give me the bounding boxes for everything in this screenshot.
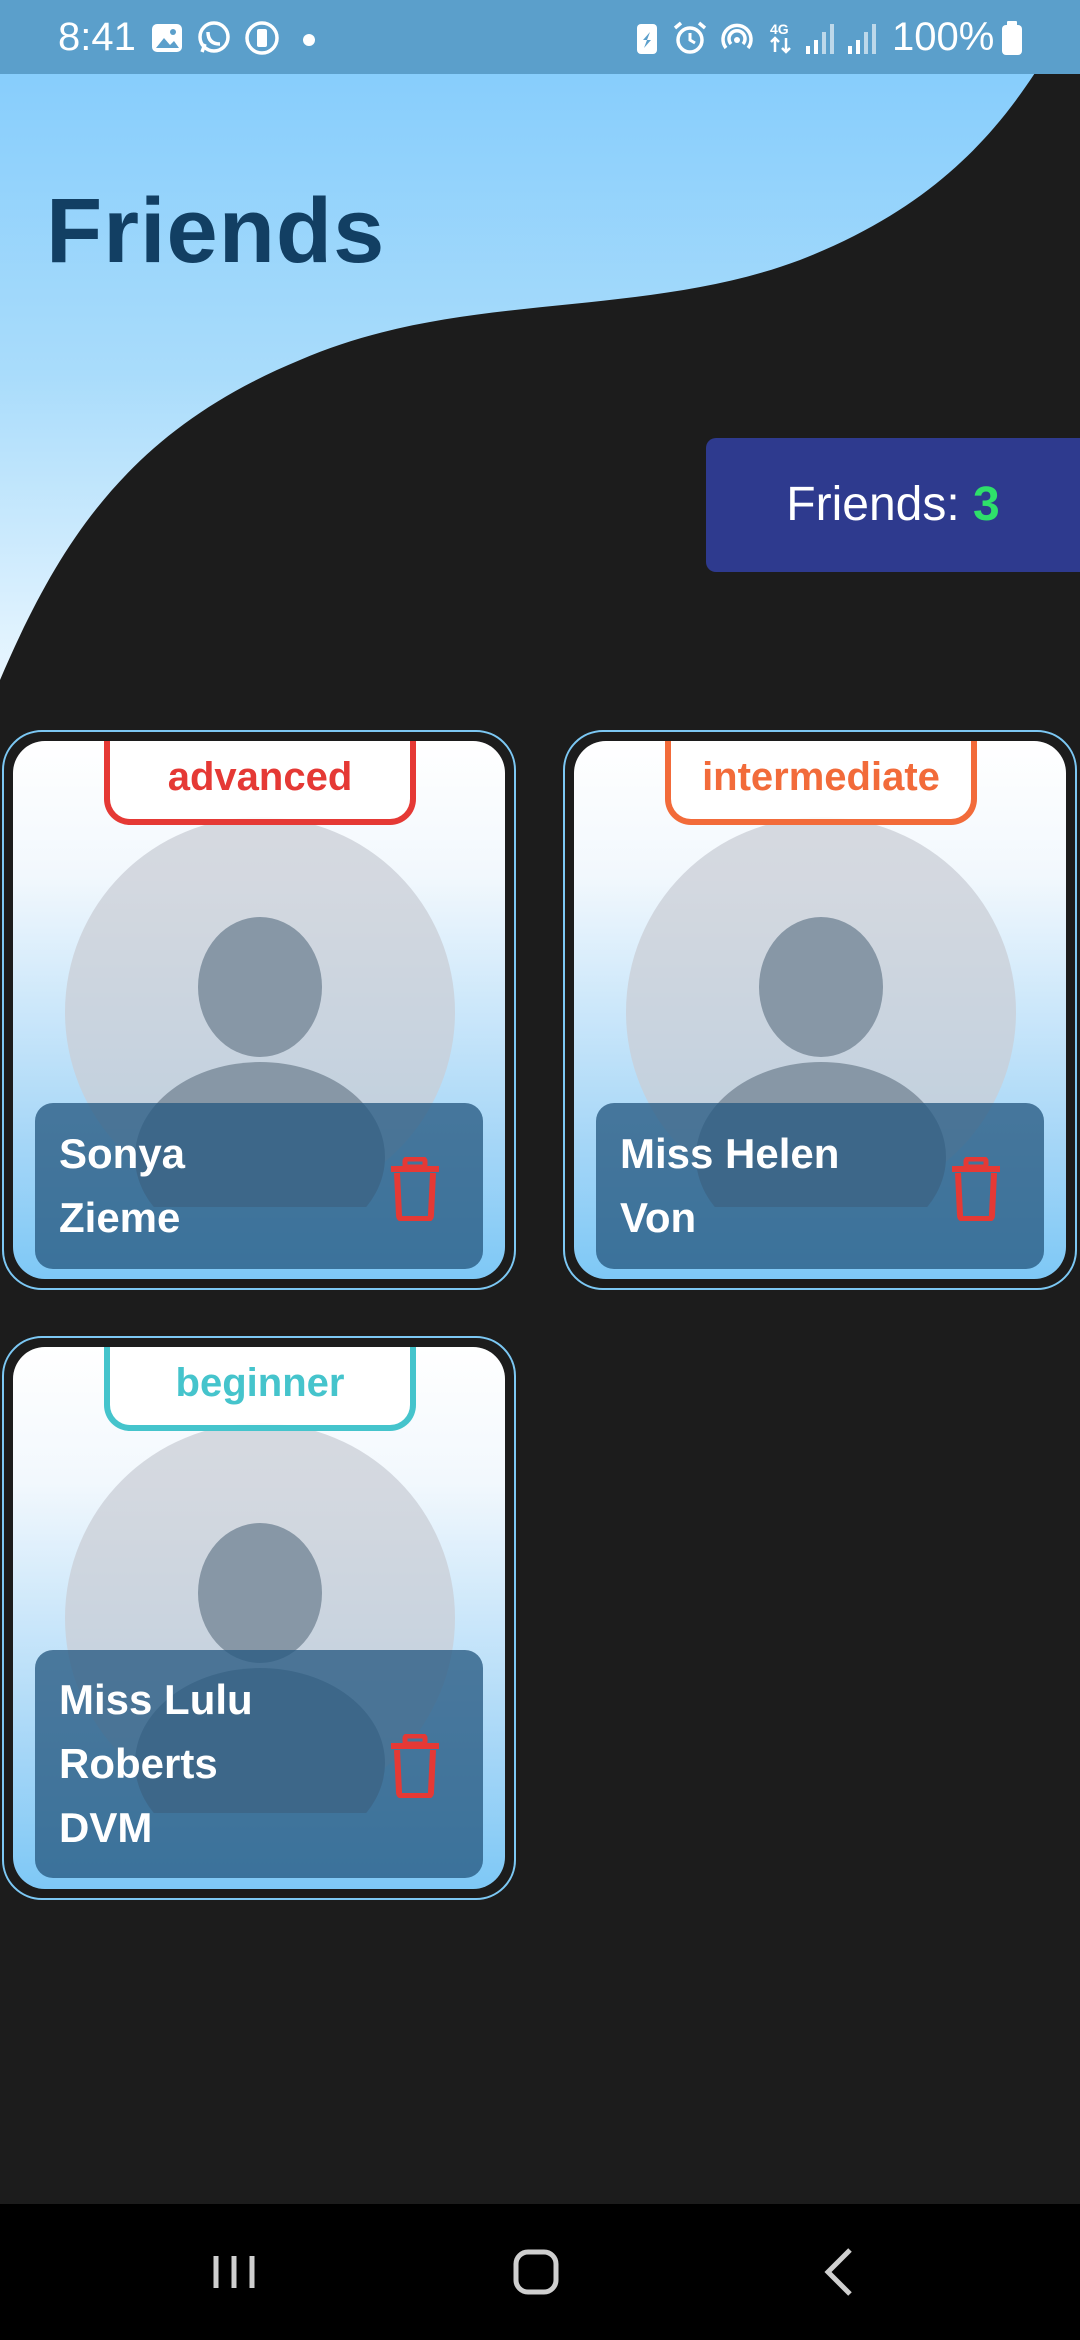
signal-icon bbox=[848, 24, 876, 54]
friend-name-line: Roberts bbox=[59, 1740, 218, 1787]
name-panel: Sonya Zieme bbox=[35, 1103, 483, 1269]
friend-card[interactable]: beginner Miss Lulu Roberts DVM bbox=[2, 1336, 516, 1900]
friend-name-line: Sonya bbox=[59, 1130, 186, 1177]
battery-icon bbox=[1002, 21, 1022, 55]
4g-icon: 4G bbox=[770, 21, 791, 54]
friend-name-line: Miss Lulu bbox=[59, 1676, 253, 1723]
page-title: Friends bbox=[46, 180, 386, 282]
alarm-icon bbox=[673, 21, 707, 54]
friend-card[interactable]: advanced Sonya Zieme bbox=[2, 730, 516, 1290]
battery-percentage: 100% bbox=[892, 15, 995, 59]
battery-share-icon bbox=[637, 24, 657, 54]
level-label: intermediate bbox=[702, 755, 940, 799]
signal-icon bbox=[806, 24, 834, 54]
friend-card[interactable]: intermediate Miss Helen Von bbox=[563, 730, 1077, 1290]
battery-saver-icon bbox=[245, 21, 279, 55]
dot-icon bbox=[303, 34, 315, 46]
back-icon[interactable] bbox=[800, 2240, 880, 2304]
svg-text:4G: 4G bbox=[770, 21, 789, 37]
level-badge: intermediate bbox=[665, 741, 977, 825]
home-icon[interactable] bbox=[496, 2240, 576, 2304]
friend-name: Miss Helen Von bbox=[620, 1122, 920, 1250]
level-label: advanced bbox=[167, 755, 353, 799]
level-label: beginner bbox=[175, 1361, 345, 1405]
name-panel: Miss Lulu Roberts DVM bbox=[35, 1650, 483, 1878]
system-navigation-bar bbox=[0, 2204, 1080, 2340]
friend-card-body: advanced Sonya Zieme bbox=[13, 741, 505, 1279]
name-panel: Miss Helen Von bbox=[596, 1103, 1044, 1269]
friend-card-body: intermediate Miss Helen Von bbox=[574, 741, 1066, 1279]
friend-name-line: Zieme bbox=[59, 1194, 181, 1241]
friend-name-line: DVM bbox=[59, 1804, 153, 1851]
delete-friend-button[interactable] bbox=[948, 1157, 1004, 1221]
hotspot-icon bbox=[721, 23, 753, 50]
level-badge: beginner bbox=[104, 1347, 416, 1431]
gallery-icon bbox=[152, 24, 182, 52]
status-time: 8:41 bbox=[58, 15, 136, 59]
friend-name: Miss Lulu Roberts DVM bbox=[59, 1668, 359, 1860]
friend-card-body: beginner Miss Lulu Roberts DVM bbox=[13, 1347, 505, 1889]
friends-counter-label: Friends: bbox=[786, 478, 974, 531]
friends-count-value: 3 bbox=[973, 478, 1000, 531]
friend-name-line: Miss Helen bbox=[620, 1130, 840, 1177]
recent-apps-icon[interactable] bbox=[194, 2240, 274, 2304]
header-wave-background bbox=[0, 0, 1080, 680]
status-bar: 8:41 4G 100% bbox=[0, 0, 1080, 74]
level-badge: advanced bbox=[104, 741, 416, 825]
friend-name-line: Von bbox=[620, 1194, 697, 1241]
delete-friend-button[interactable] bbox=[387, 1157, 443, 1221]
whatsapp-icon bbox=[198, 21, 230, 53]
friends-counter: Friends: 3 bbox=[706, 438, 1080, 572]
friends-screen: 8:41 4G 100% Friends Friends: 3 advanced… bbox=[0, 0, 1080, 2340]
delete-friend-button[interactable] bbox=[387, 1734, 443, 1798]
friend-name: Sonya Zieme bbox=[59, 1122, 359, 1250]
